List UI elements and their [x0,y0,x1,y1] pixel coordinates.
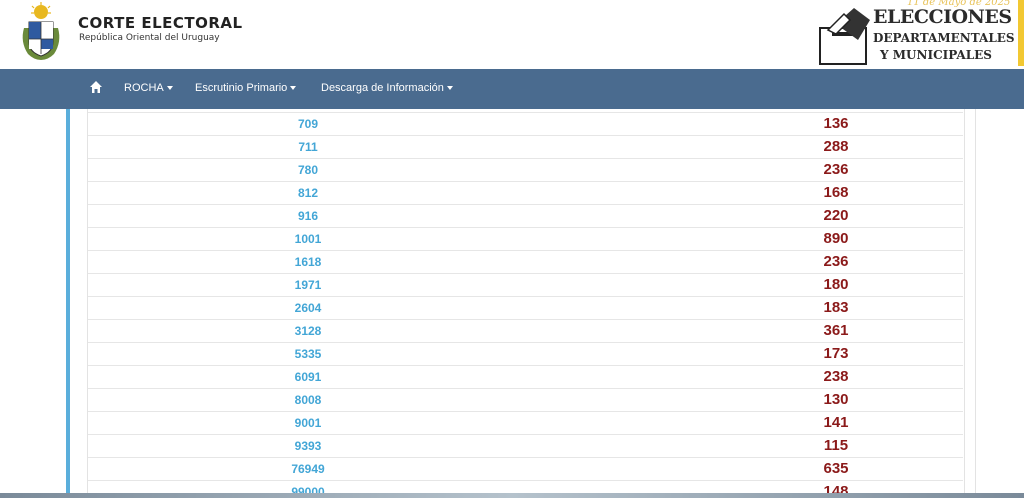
table-row: 8008 130 [88,388,963,412]
vote-count: 236 [823,253,849,270]
vote-count: 236 [823,161,849,178]
table-row: 2604 183 [88,296,963,320]
vote-count: 180 [823,276,849,293]
circuit-number[interactable]: 711 [88,140,528,154]
table-row: 9001 141 [88,411,963,435]
circuit-number[interactable]: 9393 [88,439,528,453]
election-subtitle-1: DEPARTAMENTALES [873,31,1015,45]
main-navbar: ROCHA Escrutinio Primario Descarga de In… [0,69,1024,109]
circuit-number[interactable]: 76949 [88,462,528,476]
vote-count: 288 [823,138,849,155]
vote-count: 238 [823,368,849,385]
vote-count: 168 [823,184,849,201]
circuit-number[interactable]: 1971 [88,278,528,292]
org-name: CORTE ELECTORAL [78,14,243,32]
circuit-number[interactable]: 2604 [88,301,528,315]
table-row: 3128 361 [88,319,963,343]
home-icon[interactable] [89,80,103,94]
table-row: 780 236 [88,158,963,182]
vote-count: 361 [823,322,849,339]
table-row: 76949 635 [88,457,963,481]
caret-down-icon [290,86,297,91]
vote-count: 130 [823,391,849,408]
circuit-number[interactable]: 916 [88,209,528,223]
table-row: 5335 173 [88,342,963,366]
left-accent-rule [66,109,70,494]
coat-of-arms-logo [22,2,60,60]
circuit-number[interactable]: 780 [88,163,528,177]
election-title: ELECCIONES [873,6,1012,28]
circuit-number[interactable]: 812 [88,186,528,200]
nav-descarga-dropdown[interactable]: Descarga de Información [321,82,453,94]
vote-count: 635 [823,460,849,477]
table-row: 6091 238 [88,365,963,389]
table-row: 9393 115 [88,434,963,458]
circuit-number[interactable]: 709 [88,117,528,131]
table-row: 709 136 [88,112,963,136]
table-row: 711 288 [88,135,963,159]
circuit-number[interactable]: 3128 [88,324,528,338]
election-subtitle-2: Y MUNICIPALES [880,48,992,62]
org-subtitle: República Oriental del Uruguay [79,33,220,43]
table-row: 99000 148 [88,480,963,504]
table-row: 916 220 [88,204,963,228]
table-row: 1971 180 [88,273,963,297]
nav-escrutinio-dropdown[interactable]: Escrutinio Primario [195,82,297,94]
vote-count: 136 [823,115,849,132]
circuit-number[interactable]: 6091 [88,370,528,384]
site-header: CORTE ELECTORAL República Oriental del U… [0,0,1024,69]
circuit-number[interactable]: 8008 [88,393,528,407]
nav-rocha-dropdown[interactable]: ROCHA [124,82,173,94]
vote-count: 890 [823,230,849,247]
vote-count: 183 [823,299,849,316]
accent-bar [1018,0,1024,66]
vote-count: 173 [823,345,849,362]
vote-count: 115 [823,437,849,454]
caret-down-icon [446,86,453,91]
table-row: 812 168 [88,181,963,205]
nav-escrutinio-label: Escrutinio Primario [195,82,288,94]
caret-down-icon [166,86,173,91]
vote-count: 220 [823,207,849,224]
table-row: 1001 890 [88,227,963,251]
circuit-number[interactable]: 1618 [88,255,528,269]
circuit-number[interactable]: 5335 [88,347,528,361]
circuit-number[interactable]: 9001 [88,416,528,430]
vote-count: 141 [823,414,849,431]
circuit-number[interactable]: 1001 [88,232,528,246]
bottom-band [0,493,1024,498]
nav-descarga-label: Descarga de Información [321,82,444,94]
nav-rocha-label: ROCHA [124,82,164,94]
table-row: 1618 236 [88,250,963,274]
